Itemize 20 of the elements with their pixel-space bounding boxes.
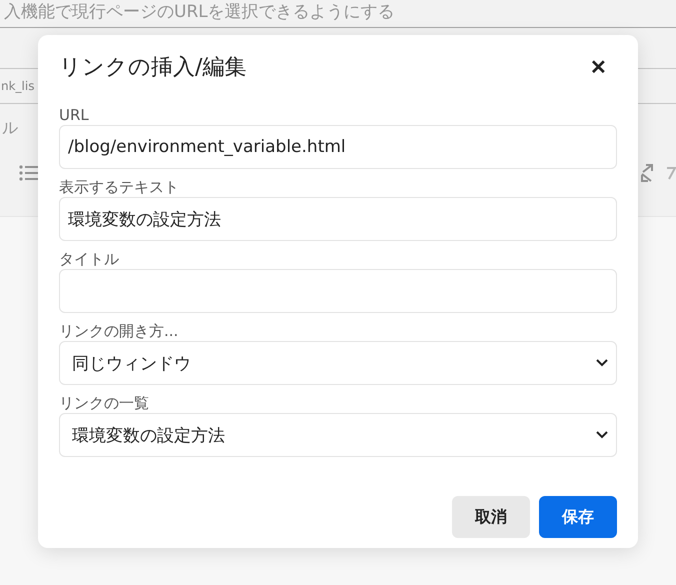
page-heading: 入機能で現行ページのURLを選択できるようにする xyxy=(0,0,676,28)
input-field[interactable]: /blog/environment_variable.html xyxy=(59,125,617,169)
field-label: URL xyxy=(59,105,90,125)
dialog-title: リンクの挿入/編集 xyxy=(59,54,246,82)
save-button[interactable]: 保存 xyxy=(539,496,617,538)
field-label: 表示するテキスト xyxy=(59,177,180,197)
fullscreen-icon[interactable] xyxy=(640,164,654,182)
field-label: リンクの開き方... xyxy=(59,321,180,341)
field-label: ル xyxy=(1,118,18,138)
cancel-button[interactable]: 取消 xyxy=(452,496,530,538)
chevron-icon xyxy=(596,431,608,439)
input-field[interactable] xyxy=(59,269,617,313)
input-field[interactable]: 環境変数の設定方法 xyxy=(59,197,617,241)
close-button[interactable]: ✕ xyxy=(580,54,617,80)
chevron-icon xyxy=(596,359,608,367)
dropdown[interactable]: 環境変数の設定方法 xyxy=(59,413,617,457)
field-label: リンクの一覧 xyxy=(59,393,150,413)
list-icon[interactable] xyxy=(19,165,39,181)
field-label: タイトル xyxy=(59,249,120,269)
dropdown[interactable]: 同じウィンドウ xyxy=(59,341,617,385)
